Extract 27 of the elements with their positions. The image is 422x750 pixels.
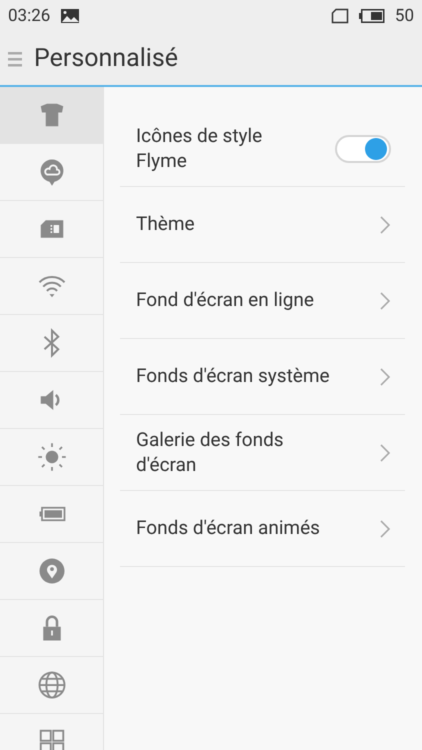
sidebar-tab[interactable] [0, 87, 103, 144]
setting-label: Fond d'écran en ligne [136, 288, 315, 313]
setting-label: Galerie des fonds d'écran [136, 428, 285, 478]
image-icon [60, 8, 80, 24]
sun-icon [36, 442, 66, 472]
sim-card-icon [330, 8, 349, 24]
location-pin-icon [36, 556, 66, 586]
chevron-right-icon [379, 290, 391, 310]
settings-item[interactable]: Thème [120, 187, 405, 263]
settings-item[interactable]: Galerie des fonds d'écran [120, 415, 405, 491]
setting-label: Fonds d'écran système [136, 364, 331, 389]
chevron-right-icon [379, 442, 391, 462]
settings-item[interactable]: Fonds d'écran animés [120, 491, 405, 567]
setting-label: Fonds d'écran animés [136, 516, 321, 541]
page-title: Personnalisé [34, 44, 178, 73]
setting-label: Thème [136, 212, 196, 237]
setting-label: Icônes de style Flyme [136, 124, 264, 174]
battery-icon [358, 8, 385, 24]
status-time: 03:26 [8, 6, 50, 26]
battery-level: 50 [394, 6, 414, 26]
settings-item[interactable]: Fonds d'écran système [120, 339, 405, 415]
chevron-right-icon [379, 214, 391, 234]
chevron-right-icon [379, 366, 391, 386]
settings-item[interactable]: Fond d'écran en ligne [120, 263, 405, 339]
globe-icon [36, 670, 66, 700]
chevron-right-icon [379, 518, 391, 538]
toggle-switch[interactable] [335, 134, 391, 162]
